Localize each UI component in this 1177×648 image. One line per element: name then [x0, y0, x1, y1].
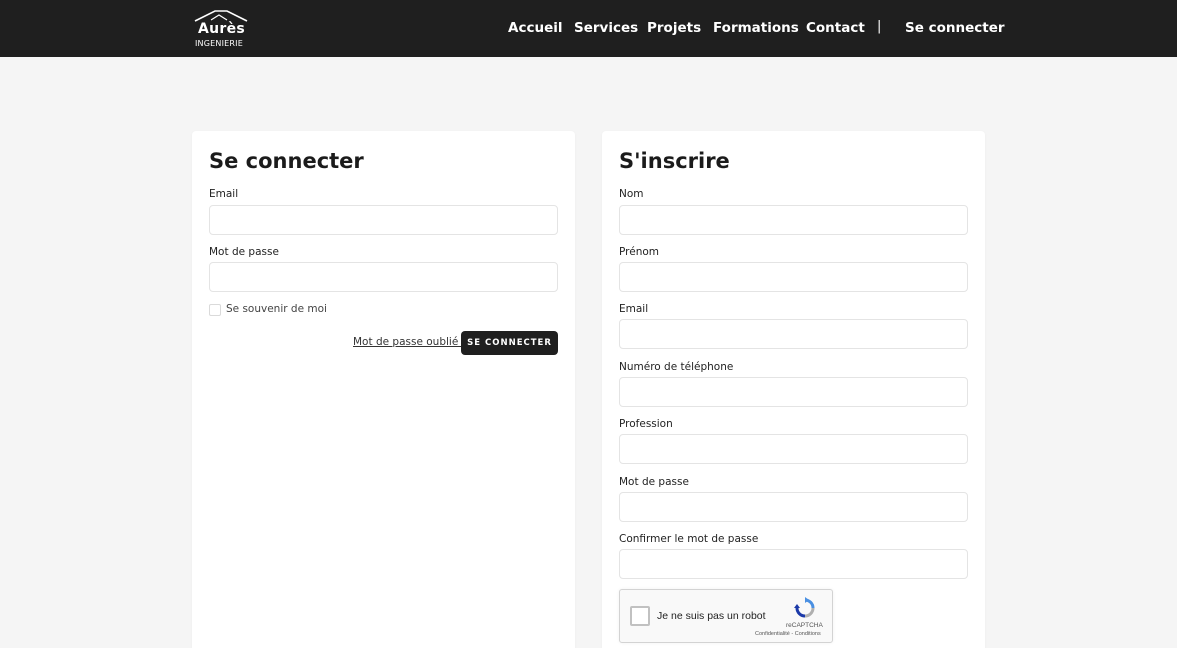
signup-email-label: Email: [619, 303, 649, 315]
top-navbar: Aurès INGENIERIE Accueil Services Projet…: [0, 0, 1177, 57]
nav-link-login[interactable]: Se connecter: [905, 20, 1005, 36]
signup-nom-label: Nom: [619, 188, 644, 200]
signup-confirm-password-input[interactable]: [619, 549, 968, 579]
recaptcha-label: Je ne suis pas un robot: [657, 610, 766, 622]
forgot-password-link[interactable]: Mot de passe oublié ?: [353, 336, 467, 348]
login-password-label: Mot de passe: [209, 246, 279, 258]
signup-nom-input[interactable]: [619, 205, 968, 235]
logo-subtitle: INGENIERIE: [195, 39, 243, 48]
logo-name: Aurès: [198, 21, 246, 37]
recaptcha-icon: [794, 597, 815, 618]
aures-logo[interactable]: Aurès INGENIERIE: [193, 8, 249, 50]
signup-email-input[interactable]: [619, 319, 968, 349]
signup-phone-input[interactable]: [619, 377, 968, 407]
login-card: Se connecter Email Mot de passe Se souve…: [192, 131, 575, 648]
login-email-input[interactable]: [209, 205, 558, 235]
signup-profession-label: Profession: [619, 418, 673, 430]
signup-password-label: Mot de passe: [619, 476, 689, 488]
nav-separator: |: [877, 19, 882, 34]
login-submit-button[interactable]: SE CONNECTER: [461, 331, 558, 355]
login-email-label: Email: [209, 188, 239, 200]
signup-password-input[interactable]: [619, 492, 968, 522]
nav-link-contact[interactable]: Contact: [806, 20, 865, 36]
signup-confirm-password-label: Confirmer le mot de passe: [619, 533, 759, 545]
recaptcha-brand: reCAPTCHA: [786, 622, 823, 629]
signup-prenom-label: Prénom: [619, 246, 660, 258]
nav-link-projets[interactable]: Projets: [647, 20, 701, 36]
signup-phone-label: Numéro de téléphone: [619, 361, 734, 373]
nav-link-services[interactable]: Services: [574, 20, 638, 36]
recaptcha-checkbox[interactable]: [630, 606, 650, 626]
nav-link-accueil[interactable]: Accueil: [508, 20, 562, 36]
signup-title: S'inscrire: [619, 149, 730, 173]
remember-me-label[interactable]: Se souvenir de moi: [226, 303, 327, 315]
nav-link-formations[interactable]: Formations: [713, 20, 799, 36]
signup-profession-input[interactable]: [619, 434, 968, 464]
remember-me-checkbox[interactable]: [209, 304, 221, 316]
signup-card: S'inscrire Nom Prénom Email Numéro de té…: [602, 131, 985, 648]
login-title: Se connecter: [209, 149, 364, 173]
signup-prenom-input[interactable]: [619, 262, 968, 292]
recaptcha-widget: Je ne suis pas un robot reCAPTCHA Confid…: [619, 589, 833, 643]
login-password-input[interactable]: [209, 262, 558, 292]
recaptcha-terms-link[interactable]: Confidentialité - Conditions: [755, 631, 821, 637]
